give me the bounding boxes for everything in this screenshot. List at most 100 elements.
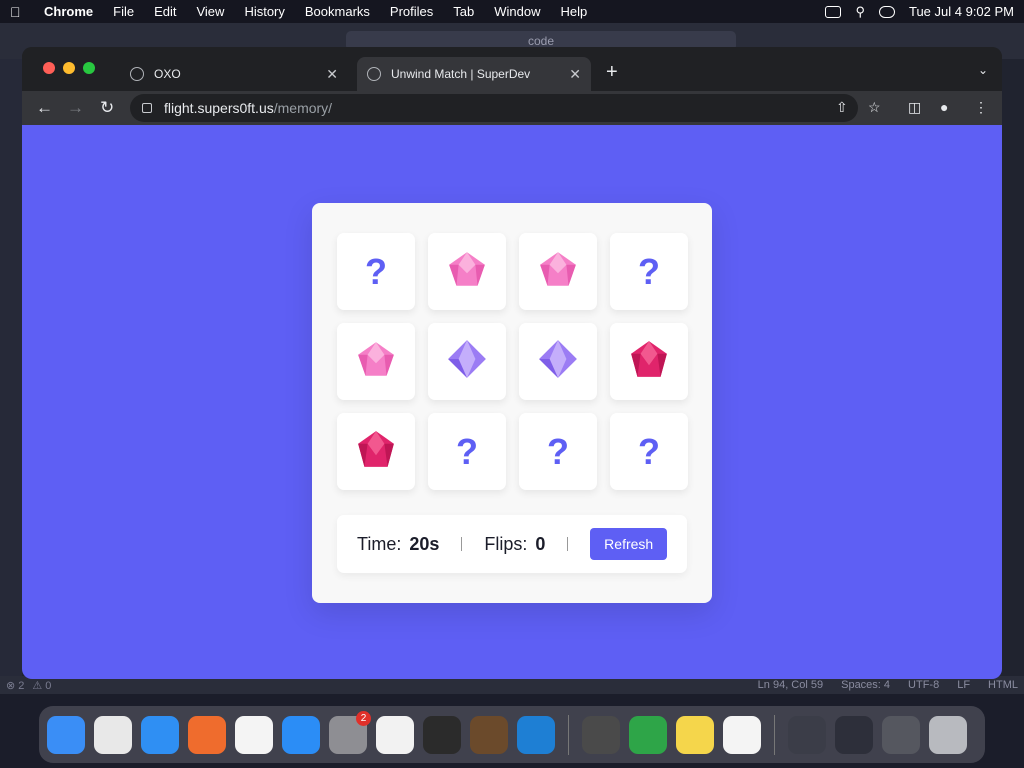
close-window-button[interactable] <box>43 62 55 74</box>
menu-tab[interactable]: Tab <box>453 4 474 19</box>
dock: 2 <box>39 706 985 763</box>
gem-purple-icon <box>446 338 488 385</box>
menu-view[interactable]: View <box>196 4 224 19</box>
dock-numbers-icon[interactable] <box>629 715 667 754</box>
memory-card[interactable] <box>337 413 415 490</box>
memory-card[interactable]: ? <box>610 413 688 490</box>
flips-value: 0 <box>535 533 546 554</box>
time-value: 20s <box>409 533 440 554</box>
url-host: flight.supers0ft.us <box>164 100 274 116</box>
memory-card[interactable] <box>428 233 506 310</box>
status-language[interactable]: HTML <box>988 679 1018 691</box>
status-line-ending[interactable]: LF <box>957 679 970 691</box>
dock-finder-icon[interactable] <box>47 715 85 754</box>
refresh-button[interactable]: Refresh <box>590 528 667 560</box>
menu-clock[interactable]: Tue Jul 4 9:02 PM <box>909 4 1014 19</box>
gem-red-icon <box>355 428 397 475</box>
memory-card[interactable] <box>519 323 597 400</box>
dock-window-2-icon[interactable] <box>835 715 873 754</box>
tab-unwind-match[interactable]: Unwind Match | SuperDev ✕ <box>357 57 591 91</box>
menu-edit[interactable]: Edit <box>154 4 176 19</box>
minimize-window-button[interactable] <box>63 62 75 74</box>
globe-icon <box>130 67 144 81</box>
zoom-window-button[interactable] <box>83 62 95 74</box>
flips-label: Flips: <box>484 533 528 554</box>
share-icon[interactable]: ⇧ <box>836 99 848 116</box>
menu-profiles[interactable]: Profiles <box>390 4 433 19</box>
dock-window-1-icon[interactable] <box>788 715 826 754</box>
menu-help[interactable]: Help <box>561 4 588 19</box>
dock-textedit-icon[interactable] <box>376 715 414 754</box>
memory-card[interactable] <box>610 323 688 400</box>
memory-card[interactable]: ? <box>428 413 506 490</box>
dock-firefox-icon[interactable] <box>188 715 226 754</box>
memory-card[interactable] <box>428 323 506 400</box>
editor-activity-bar <box>0 59 22 679</box>
gem-pink-icon <box>446 248 488 295</box>
dock-vscode-icon[interactable] <box>517 715 555 754</box>
globe-icon <box>367 67 381 81</box>
status-encoding[interactable]: UTF-8 <box>908 679 939 691</box>
dock-calculator-icon[interactable] <box>582 715 620 754</box>
url-path: /memory/ <box>273 100 333 116</box>
address-bar[interactable]: flight.supers0ft.us/memory/ <box>130 94 858 122</box>
details-divider <box>567 537 569 551</box>
dock-launchpad-icon[interactable] <box>94 715 132 754</box>
chrome-menu-icon[interactable]: ⋮ <box>974 99 988 116</box>
tab-label: OXO <box>154 67 181 81</box>
memory-card[interactable] <box>337 323 415 400</box>
question-mark-icon: ? <box>547 430 569 472</box>
status-indentation[interactable]: Spaces: 4 <box>841 679 890 691</box>
dock-terminal-icon[interactable] <box>423 715 461 754</box>
tab-label: Unwind Match | SuperDev <box>391 67 531 81</box>
memory-card[interactable] <box>519 233 597 310</box>
menu-bar:  Chrome File Edit View History Bookmark… <box>0 0 1024 23</box>
memory-card[interactable]: ? <box>337 233 415 310</box>
tab-oxo[interactable]: OXO ✕ <box>120 57 348 91</box>
dock-safari-icon[interactable] <box>141 715 179 754</box>
menu-app-name[interactable]: Chrome <box>44 4 93 19</box>
dock-garageband-icon[interactable] <box>470 715 508 754</box>
game-details-bar: Time: 20s Flips: 0 Refresh <box>337 515 687 573</box>
menu-file[interactable]: File <box>113 4 134 19</box>
question-mark-icon: ? <box>638 430 660 472</box>
gem-pink-icon <box>537 248 579 295</box>
forward-arrow-icon[interactable]: → <box>67 98 84 118</box>
apple-menu-icon[interactable]:  <box>10 4 24 20</box>
dock-chrome-icon[interactable] <box>235 715 273 754</box>
card-grid: ????? <box>337 233 688 490</box>
back-arrow-icon[interactable]: ← <box>36 98 53 118</box>
profile-avatar-icon[interactable]: ● <box>940 99 948 115</box>
menu-history[interactable]: History <box>244 4 284 19</box>
dock-system-settings-icon[interactable]: 2 <box>329 710 371 754</box>
screen-mirroring-icon[interactable] <box>825 5 842 18</box>
dock-window-3-icon[interactable] <box>882 715 920 754</box>
status-warnings[interactable]: ⚠ 0 <box>32 679 51 692</box>
web-page: ????? Time: 20s Flips: 0 Refresh <box>22 125 1002 679</box>
reload-icon[interactable]: ↻ <box>100 98 114 118</box>
dock-app-store-icon[interactable] <box>282 715 320 754</box>
tab-close-icon[interactable]: ✕ <box>569 66 581 83</box>
status-errors[interactable]: ⊗ 2 <box>6 679 24 692</box>
dock-notes-icon[interactable] <box>676 715 714 754</box>
bookmark-star-icon[interactable]: ☆ <box>868 99 881 116</box>
new-tab-button[interactable]: + <box>606 61 618 84</box>
control-center-icon[interactable] <box>878 5 895 18</box>
tab-close-icon[interactable]: ✕ <box>326 66 338 83</box>
menu-bookmarks[interactable]: Bookmarks <box>305 4 370 19</box>
status-cursor-position[interactable]: Ln 94, Col 59 <box>758 679 823 691</box>
dock-chrome-2-icon[interactable] <box>723 715 761 754</box>
gem-pink-icon <box>355 338 397 385</box>
time-label: Time: <box>357 533 402 554</box>
memory-card[interactable]: ? <box>610 233 688 310</box>
menu-window[interactable]: Window <box>494 4 540 19</box>
gem-purple-icon <box>537 338 579 385</box>
dock-separator <box>568 714 569 755</box>
memory-card[interactable]: ? <box>519 413 597 490</box>
dock-trash-icon[interactable] <box>929 715 967 754</box>
lock-icon[interactable] <box>142 103 152 113</box>
tab-search-chevron-icon[interactable]: ⌄ <box>978 63 988 77</box>
side-panel-icon[interactable]: ◫ <box>908 99 921 116</box>
question-mark-icon: ? <box>638 250 660 292</box>
spotlight-search-icon[interactable]: ⚲ <box>855 4 865 20</box>
